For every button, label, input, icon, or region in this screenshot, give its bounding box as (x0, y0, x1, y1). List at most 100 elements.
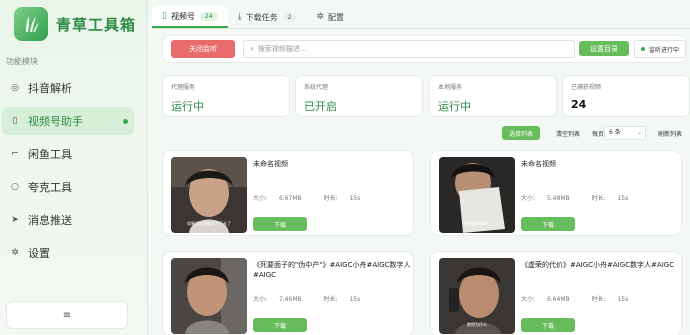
sidebar-item-quark[interactable]: ○ 夸克工具 (2, 173, 134, 201)
stat-label: 本地服务 (438, 84, 463, 91)
duration-label: 时长: (591, 195, 606, 202)
video-subtitle: 你还要这样吗? (463, 221, 491, 226)
video-card: 那你为什么 《虚荣的代价》#AIGC小舟#AIGC数字人#AIGC 大小: 6.… (430, 251, 682, 335)
video-thumbnail[interactable]: 你还要这样吗? (439, 157, 515, 233)
duration-label: 时长: (323, 195, 338, 202)
app-logo-icon (14, 7, 48, 41)
tab-label: 下载任务 (245, 12, 278, 22)
download-button[interactable]: 下载 (521, 217, 575, 231)
search-icon: ⌕ (250, 44, 254, 53)
video-icon: ▯ (12, 116, 18, 126)
video-subtitle: 如果没你我都活不下去了 (187, 221, 231, 226)
stat-value: 24 (571, 98, 587, 111)
per-page-select[interactable]: 6 条 ⌄ (604, 126, 646, 140)
duration-label: 时长: (591, 296, 606, 303)
gear-icon: ✲ (316, 12, 324, 22)
gear-icon: ✲ (11, 248, 19, 258)
stat-local-service: 本地服务 运行中 (429, 75, 557, 117)
video-title: 《虚荣的代价》#AIGC小舟#AIGC数字人#AIGC (521, 261, 675, 269)
video-title: 未命名视频 (253, 160, 288, 168)
video-duration: 15s (349, 195, 361, 202)
download-button[interactable]: 下载 (253, 217, 307, 231)
refresh-list-button[interactable]: 刷新列表 (658, 129, 682, 138)
phone-icon: ▯ (162, 11, 167, 21)
tab-config[interactable]: ✲ 配置 (306, 6, 354, 28)
tab-count-badge: 24 (199, 11, 218, 21)
stat-value: 已开启 (304, 100, 337, 113)
section-label: 功能模块 (6, 57, 38, 66)
collapse-menu-button[interactable]: ≡ (6, 301, 128, 329)
stat-value: 运行中 (171, 100, 204, 113)
size-label: 大小: (521, 296, 536, 303)
video-thumbnail[interactable] (171, 258, 247, 334)
tab-label: 配置 (327, 12, 344, 22)
stat-label: 代理服务 (171, 84, 196, 91)
video-title: 未命名视频 (521, 160, 556, 168)
per-page-value: 6 条 (609, 129, 621, 136)
stat-label: 已捕获视频 (571, 84, 602, 91)
sidebar-item-douyin[interactable]: ◎ 抖音解析 (2, 74, 134, 102)
stat-proxy: 代理服务 运行中 (162, 75, 290, 117)
search-placeholder: 搜索视频描述... (257, 45, 307, 53)
search-input[interactable]: ⌕ 搜索视频描述... (243, 40, 575, 58)
duration-label: 时长: (323, 296, 338, 303)
app-title: 青草工具箱 (56, 15, 137, 34)
active-indicator (123, 118, 128, 124)
video-duration: 15s (349, 296, 361, 303)
video-duration: 15s (617, 296, 629, 303)
stat-captured: 已捕获视频 24 (562, 75, 690, 117)
listen-status-text: 监听进行中 (648, 46, 679, 54)
video-size: 7.46MB (278, 296, 302, 303)
sidebar-item-push[interactable]: ➤ 消息推送 (2, 206, 134, 234)
sidebar-item-xianyu[interactable]: ⌐ 闲鱼工具 (2, 140, 134, 168)
video-size: 6.67MB (278, 195, 302, 202)
sidebar-item-label: 视频号助手 (28, 115, 83, 128)
stat-system-proxy: 系统代理 已开启 (295, 75, 423, 117)
chevron-down-icon: ⌄ (636, 129, 642, 136)
tab-divider (152, 28, 690, 29)
sidebar-item-label: 闲鱼工具 (28, 148, 72, 161)
video-subtitle: 那你为什么 (467, 322, 487, 327)
video-card: 你还要这样吗? 未命名视频 大小: 5.48MB 时长: 15s 下载 (430, 150, 682, 236)
clear-list-button[interactable]: 清空列表 (556, 129, 580, 138)
size-label: 大小: (253, 296, 268, 303)
sidebar: 青草工具箱 功能模块 ◎ 抖音解析 ▯ 视频号助手 ⌐ 闲鱼工具 ○ 夸克工具 … (0, 0, 148, 335)
sidebar-item-label: 设置 (28, 247, 50, 260)
size-label: 大小: (253, 195, 268, 202)
sidebar-item-label: 抖音解析 (28, 82, 72, 95)
sidebar-item-settings[interactable]: ✲ 设置 (2, 239, 134, 267)
tab-label: 视频号 (170, 11, 195, 21)
select-list-button[interactable]: 选择列表 (502, 126, 540, 140)
download-button[interactable]: 下载 (521, 318, 575, 332)
video-thumbnail[interactable]: 如果没你我都活不下去了 (171, 157, 247, 233)
brand: 青草工具箱 (14, 6, 136, 42)
video-duration: 15s (617, 195, 629, 202)
sidebar-item-label: 夸克工具 (28, 181, 72, 194)
sidebar-item-label: 消息推送 (28, 214, 72, 227)
download-icon: ⤓ (237, 12, 242, 22)
video-card: 如果没你我都活不下去了 未命名视频 大小: 6.67MB 时长: 15s 下载 (162, 150, 414, 236)
target-icon: ◎ (11, 83, 19, 93)
set-directory-button[interactable]: 设置目录 (579, 41, 629, 56)
sidebar-nav: ◎ 抖音解析 ▯ 视频号助手 ⌐ 闲鱼工具 ○ 夸克工具 ➤ 消息推送 ✲ 设置 (0, 72, 148, 272)
tab-channels[interactable]: ▯ 视频号 24 (152, 6, 228, 28)
video-meta: 大小: 5.48MB 时长: 15s (521, 193, 648, 202)
stat-label: 系统代理 (304, 84, 329, 91)
download-button[interactable]: 下载 (253, 318, 307, 332)
sidebar-item-channels[interactable]: ▯ 视频号助手 (2, 107, 134, 135)
video-meta: 大小: 7.46MB 时长: 15s (253, 294, 380, 303)
video-meta: 大小: 6.67MB 时长: 15s (253, 193, 380, 202)
list-controls: 选择列表 清空列表 每页 6 条 ⌄ 刷新列表 (502, 126, 687, 140)
stat-value: 运行中 (438, 100, 471, 113)
listen-status-badge: 监听进行中 (634, 40, 686, 58)
tab-count-badge: 2 (282, 12, 297, 22)
video-title: 《死要面子的"伪中产"》#AIGC小舟#AIGC数字人#AIGC (253, 261, 411, 279)
toolbar: 关闭监听 ⌕ 搜索视频描述... 设置目录 监听进行中 (162, 35, 687, 63)
tab-bar: ▯ 视频号 24 ⤓ 下载任务 2 ✲ 配置 (152, 6, 354, 28)
stop-listen-button[interactable]: 关闭监听 (171, 40, 235, 58)
video-thumbnail[interactable]: 那你为什么 (439, 258, 515, 334)
video-size: 6.64MB (546, 296, 570, 303)
cloud-icon: ○ (11, 182, 19, 192)
status-dot (640, 47, 645, 51)
tab-downloads[interactable]: ⤓ 下载任务 2 (228, 6, 307, 28)
